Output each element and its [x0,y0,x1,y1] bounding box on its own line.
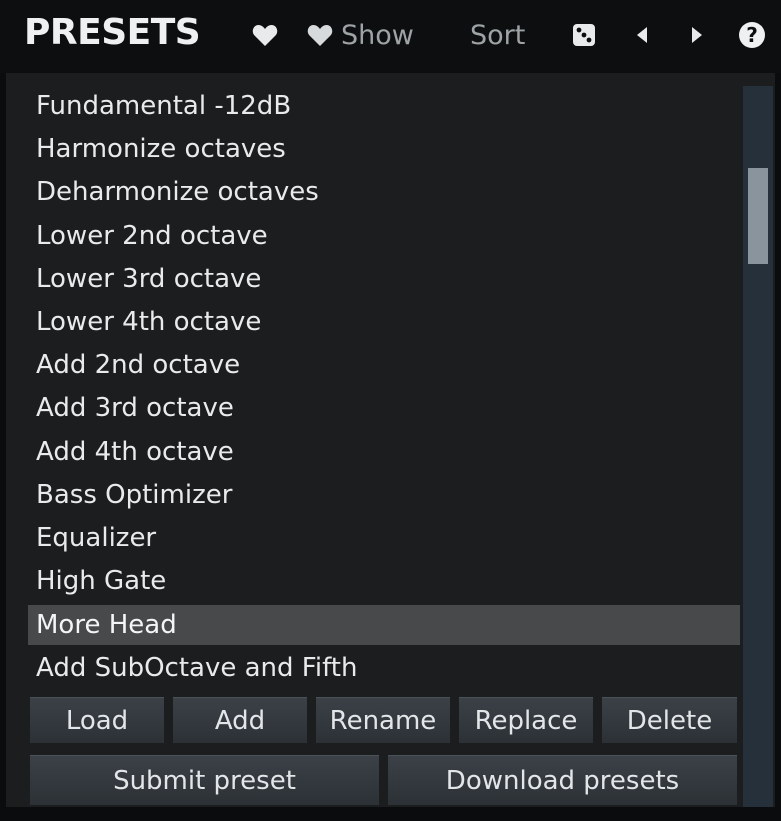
preset-item[interactable]: High Gate [28,561,740,601]
preset-item[interactable]: Add 4th octave [28,432,740,472]
rename-button[interactable]: Rename [316,697,450,743]
previous-preset-button[interactable] [635,14,649,56]
preset-item[interactable]: Deharmonize octaves [28,172,740,212]
presets-header: PRESETS Show Sort ? [0,0,781,73]
next-preset-button[interactable] [690,14,704,56]
page-title: PRESETS [24,12,201,53]
help-button[interactable]: ? [738,14,766,56]
scrollbar-track[interactable] [743,86,773,807]
preset-item[interactable]: Lower 4th octave [28,302,740,342]
preset-list: Fundamental -12dB Harmonize octaves Deha… [28,86,740,692]
help-glyph: ? [746,23,758,47]
load-button[interactable]: Load [30,697,164,743]
heart-icon [252,25,278,46]
preset-item[interactable]: Add SubOctave and Fifth [28,648,740,688]
favorite-button[interactable] [252,14,278,56]
sort-label: Sort [470,19,526,51]
right-border [775,73,781,821]
download-presets-button[interactable]: Download presets [388,755,737,805]
preset-item[interactable]: Harmonize octaves [28,129,740,169]
preset-item[interactable]: Add 2nd octave [28,345,740,385]
random-preset-button[interactable] [572,14,596,56]
preset-item[interactable]: Add 3rd octave [28,388,740,428]
preset-item-selected[interactable]: More Head [28,605,740,645]
replace-button[interactable]: Replace [459,697,593,743]
presets-panel: PRESETS Show Sort ? Fundamental -12dB Ha… [0,0,781,821]
preset-item[interactable]: Equalizer [28,518,740,558]
triangle-left-icon [637,27,647,43]
show-favorites-button[interactable]: Show [307,14,414,56]
left-border [0,73,6,821]
heart-icon [307,25,333,46]
bottom-border [0,807,781,821]
preset-item[interactable]: Lower 2nd octave [28,216,740,256]
preset-item[interactable]: Fundamental -12dB [28,86,740,126]
help-icon: ? [739,22,765,48]
scrollbar-thumb[interactable] [748,168,768,264]
add-button[interactable]: Add [173,697,307,743]
show-label: Show [341,19,414,51]
dice-icon [573,24,595,46]
delete-button[interactable]: Delete [602,697,737,743]
triangle-right-icon [692,27,702,43]
sort-button[interactable]: Sort [470,14,525,56]
preset-item[interactable]: Lower 3rd octave [28,259,740,299]
submit-preset-button[interactable]: Submit preset [30,755,379,805]
preset-item[interactable]: Bass Optimizer [28,475,740,515]
